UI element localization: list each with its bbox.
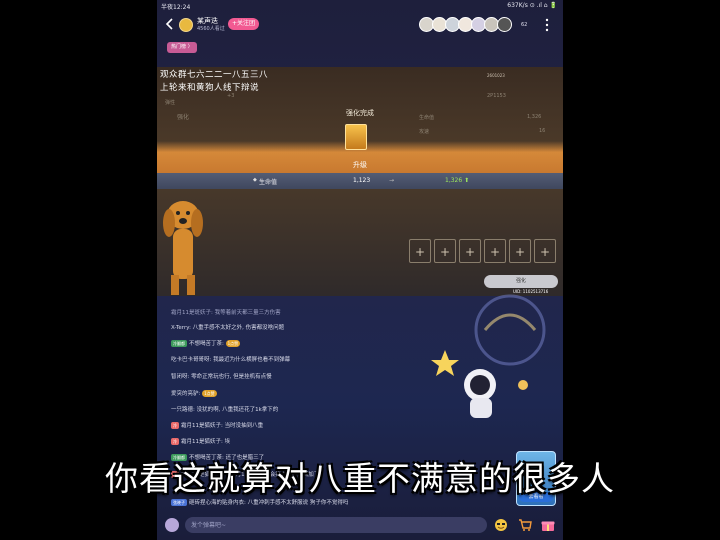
stream-overlay-caption: 观众群七六二二一八五三八 上轮来和黄狗人线下辩说 bbox=[160, 69, 268, 95]
artifact-item-icon bbox=[345, 124, 367, 150]
stat-new-value: 1,326 ⬆ bbox=[445, 177, 470, 184]
like-badge: 1点赞 bbox=[225, 340, 241, 347]
chat-message[interactable]: 智闭呀: 零命正常玩也行, 但是挂机有点慢 bbox=[171, 372, 272, 380]
game-bg-text: 16 bbox=[539, 128, 546, 134]
shopping-cart-icon[interactable] bbox=[518, 518, 532, 532]
viewer-count[interactable]: 62 bbox=[521, 22, 527, 28]
like-badge: 1点赞 bbox=[202, 390, 217, 397]
stat-old-value: 1,123 bbox=[353, 177, 371, 184]
material-slot[interactable]: + bbox=[409, 239, 431, 263]
viewer-avatar-list[interactable] bbox=[419, 17, 519, 33]
game-bg-text: 攻速 bbox=[419, 129, 430, 135]
material-slot-grid: + + + + + + bbox=[409, 239, 559, 267]
bottom-input-bar bbox=[157, 512, 563, 540]
material-slot[interactable]: + bbox=[459, 239, 481, 263]
back-icon[interactable] bbox=[165, 18, 175, 30]
game-bg-text: 2P1153 bbox=[487, 93, 506, 99]
chat-message[interactable]: 爱突的亮驴: 1点赞 bbox=[171, 389, 217, 397]
fan-badge: 冷 bbox=[171, 438, 179, 445]
viewer-avatar[interactable] bbox=[497, 17, 512, 32]
chat-message[interactable]: 冷霜月11是狐妖子: 埃 bbox=[171, 437, 230, 445]
status-time: 半夜12:24 bbox=[161, 4, 191, 11]
status-indicators: 637K/s ⊙ .ıl ⌂ 🔋 bbox=[507, 2, 557, 9]
chat-message[interactable]: 霜月11是斑妖子: 我等着前天都三量三方伤害 bbox=[171, 308, 281, 316]
stream-header: 某声迭 4560人看过 +关注团 62 bbox=[157, 12, 563, 38]
more-icon[interactable] bbox=[545, 18, 549, 32]
chat-message[interactable]: X-Terry: 八重手感不太好之外, 伤害都没啥问题 bbox=[171, 323, 284, 331]
stat-change-row: ◆ 生命值 1,123 → 1,326 ⬆ bbox=[157, 173, 563, 189]
hot-rank-tag[interactable]: 热门榜 〉 bbox=[167, 42, 197, 53]
material-slot[interactable]: + bbox=[484, 239, 506, 263]
host-view-count: 4560人看过 bbox=[197, 26, 225, 32]
stat-label: 生命值 bbox=[259, 179, 278, 186]
enhance-button[interactable]: 强化 bbox=[484, 275, 558, 288]
chat-text: 霜月11是狐妖子: 当时没抽到八重 bbox=[181, 423, 264, 429]
overlay-caption-line: 上轮来和黄狗人线下辩说 bbox=[160, 83, 260, 93]
fan-badge: 冷 bbox=[171, 422, 179, 429]
chat-message[interactable]: 一只路德: 没犹的啊, 八重我还花了1k拿下的 bbox=[171, 405, 278, 413]
chat-text: 爱突的亮驴: bbox=[171, 391, 203, 397]
material-slot[interactable]: + bbox=[434, 239, 456, 263]
stat-arrow-icon: → bbox=[389, 177, 395, 184]
game-corner-text: 2601023 bbox=[487, 73, 505, 78]
chat-message[interactable]: 冷霜月11是狐妖子: 当时没抽到八重 bbox=[171, 421, 263, 429]
material-slot[interactable]: + bbox=[509, 239, 531, 263]
status-bar: 半夜12:24 637K/s ⊙ .ıl ⌂ 🔋 bbox=[157, 0, 563, 12]
user-avatar[interactable] bbox=[165, 518, 179, 532]
popup-title: 强化完成 bbox=[346, 109, 374, 117]
danmaku-input[interactable] bbox=[185, 517, 487, 533]
fan-badge: 冷翻都 bbox=[171, 340, 187, 347]
material-slot[interactable]: + bbox=[534, 239, 556, 263]
chat-text: 不想喝苦丁茶: bbox=[189, 341, 226, 347]
overlay-caption-line: 观众群七六二二一八五三八 bbox=[160, 70, 269, 80]
dog-avatar-figure bbox=[163, 201, 203, 295]
chat-text: 霜月11是狐妖子: 埃 bbox=[181, 439, 231, 445]
chat-message[interactable]: 吃卡巴卡哥哥呀: 我最近为什么横屏也看不到弹幕 bbox=[171, 355, 290, 363]
chat-message[interactable]: 冷翻都 不想喝苦丁茶: 1点赞 bbox=[171, 339, 241, 347]
chat-text: 砸砖捏心海的贴身内衣: 八重冲刺手感不太舒服说 狗子你不觉得吗 bbox=[189, 500, 349, 506]
astronaut-illustration bbox=[431, 294, 546, 418]
host-avatar[interactable] bbox=[179, 18, 193, 32]
follow-button[interactable]: +关注团 bbox=[228, 18, 260, 30]
video-subtitle: 你看这就算对八重不满意的很多人 bbox=[105, 459, 615, 498]
stat-bullet-icon: ◆ bbox=[253, 177, 257, 183]
gift-icon[interactable] bbox=[541, 518, 555, 532]
game-bg-text: 弹性 bbox=[165, 100, 176, 106]
video-player[interactable]: 2601023 +3 2P1153 弹性 强化 生命值 1,326 攻速 16 … bbox=[157, 67, 563, 296]
fan-badge: 弦晓子 bbox=[171, 499, 187, 506]
emoji-icon[interactable] bbox=[494, 518, 508, 532]
upgrade-label: 升级 bbox=[353, 161, 367, 169]
